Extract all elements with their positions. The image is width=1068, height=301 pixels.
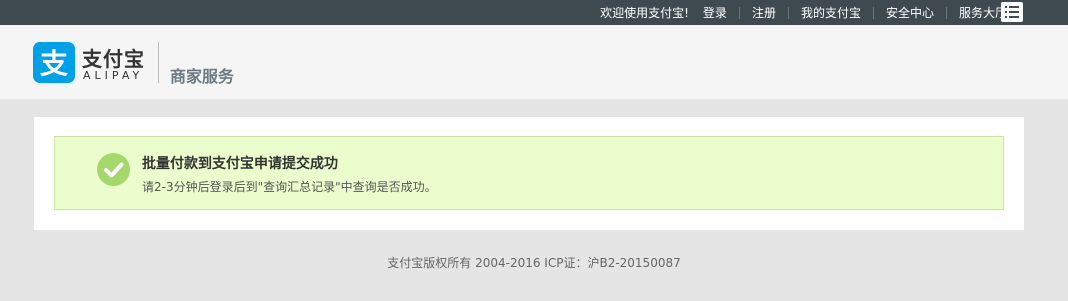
check-circle-icon: [97, 153, 130, 186]
divider: [787, 6, 789, 19]
my-alipay-link[interactable]: 我的支付宝: [801, 4, 861, 21]
divider: [945, 6, 947, 19]
list-icon-line: [1009, 6, 1019, 8]
security-center-link[interactable]: 安全中心: [886, 4, 934, 21]
login-link[interactable]: 登录: [703, 4, 727, 21]
service-hall-label: 服务大厅: [958, 6, 1007, 20]
list-icon-dot: [1005, 6, 1007, 8]
divider: [738, 6, 740, 19]
section-title: 商家服务: [170, 67, 235, 86]
list-icon-dot: [1005, 16, 1007, 18]
logo-divider: [158, 42, 159, 83]
register-link[interactable]: 注册: [752, 4, 776, 21]
list-icon-line: [1009, 16, 1019, 18]
divider: [872, 6, 874, 19]
top-links: 欢迎使用支付宝! 登录 注册 我的支付宝 安全中心 服务大厅: [600, 0, 1023, 25]
svg-text:支: 支: [40, 47, 68, 80]
top-bar: 欢迎使用支付宝! 登录 注册 我的支付宝 安全中心 服务大厅: [0, 0, 1068, 25]
list-icon-dot: [1005, 11, 1007, 13]
footer-copyright: 支付宝版权所有 2004-2016 ICP证：沪B2-20150087: [387, 256, 681, 270]
notice-title: 批量付款到支付宝申请提交成功: [142, 156, 338, 172]
list-icon-line: [1009, 11, 1019, 13]
logo-text-en: ALIPAY: [83, 69, 144, 82]
success-notice: 批量付款到支付宝申请提交成功 请2-3分钟后登录后到"查询汇总记录"中查询是否成…: [54, 136, 1004, 210]
site-header: 支 支付宝 ALIPAY 商家服务: [0, 25, 1068, 100]
alipay-logo-icon[interactable]: 支: [33, 42, 75, 83]
list-icon[interactable]: [1001, 2, 1023, 22]
logo-text-cn: 支付宝: [82, 47, 145, 71]
content-card: 批量付款到支付宝申请提交成功 请2-3分钟后登录后到"查询汇总记录"中查询是否成…: [34, 117, 1024, 230]
notice-description: 请2-3分钟后登录后到"查询汇总记录"中查询是否成功。: [142, 180, 437, 194]
welcome-text: 欢迎使用支付宝!: [600, 6, 689, 20]
